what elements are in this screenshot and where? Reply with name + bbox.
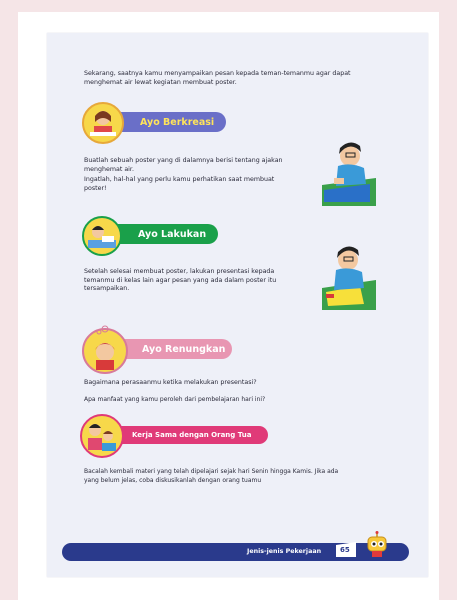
boy-presenting-illustration bbox=[320, 244, 378, 312]
mascot-robot-icon bbox=[364, 531, 390, 559]
boy-drawing-poster-illustration bbox=[320, 140, 378, 208]
berkreasi-text: Buatlah sebuah poster yang di dalamnya b… bbox=[84, 157, 316, 193]
ayo-berkreasi-banner: Ayo Berkreasi bbox=[110, 112, 226, 132]
kerja-sama-banner: Kerja Sama dengan Orang Tua bbox=[110, 426, 268, 444]
kerja-sama-parent-child-icon bbox=[80, 414, 124, 458]
lakukan-line-3: tersampaikan. bbox=[84, 285, 130, 292]
ayo-lakukan-banner: Ayo Lakukan bbox=[108, 224, 218, 244]
footer-bar bbox=[62, 543, 409, 561]
ayo-renungkan-banner: Ayo Renungkan bbox=[112, 339, 232, 359]
kerja-sama-text: Bacalah kembali materi yang telah dipela… bbox=[84, 468, 404, 485]
ayo-lakukan-title: Ayo Lakukan bbox=[138, 228, 207, 240]
kerja-sama-line-2: yang belum jelas, coba diskusikanlah den… bbox=[84, 476, 262, 484]
renungkan-question-1: Bagaimana perasaanmu ketika melakukan pr… bbox=[84, 379, 257, 386]
ayo-berkreasi-title: Ayo Berkreasi bbox=[140, 116, 215, 128]
berkreasi-para1-line2: menghemat air. bbox=[84, 165, 134, 173]
thought-bubble-icon bbox=[96, 320, 110, 335]
lakukan-line-2: temanmu di kelas lain agar pesan yang ad… bbox=[84, 276, 277, 284]
renungkan-question-2: Apa manfaat yang kamu peroleh dari pembe… bbox=[84, 396, 266, 403]
berkreasi-para2-line2: poster! bbox=[84, 184, 107, 192]
lakukan-boy-writing-icon bbox=[82, 216, 122, 256]
kerja-sama-line-1: Bacalah kembali materi yang telah dipela… bbox=[84, 468, 339, 475]
intro-line-1: Sekarang, saatnya kamu menyampaikan pesa… bbox=[84, 70, 351, 77]
footer-chapter-title: Jenis-jenis Pekerjaan bbox=[247, 548, 322, 555]
berkreasi-girl-drawing-icon bbox=[82, 102, 124, 144]
berkreasi-para1-line1: Buatlah sebuah poster yang di dalamnya b… bbox=[84, 157, 283, 164]
lakukan-line-1: Setelah selesai membuat poster, lakukan … bbox=[84, 268, 275, 275]
kerja-sama-title: Kerja Sama dengan Orang Tua bbox=[132, 431, 252, 439]
berkreasi-para2-line1: Ingatlah, hal-hal yang perlu kamu perhat… bbox=[84, 176, 275, 183]
intro-text: Sekarang, saatnya kamu menyampaikan pesa… bbox=[84, 70, 404, 87]
intro-line-2: menghemat air lewat kegiatan membuat pos… bbox=[84, 78, 237, 86]
ayo-renungkan-title: Ayo Renungkan bbox=[142, 343, 226, 355]
lakukan-text: Setelah selesai membuat poster, lakukan … bbox=[84, 268, 316, 294]
page-number: 65 bbox=[340, 546, 350, 554]
